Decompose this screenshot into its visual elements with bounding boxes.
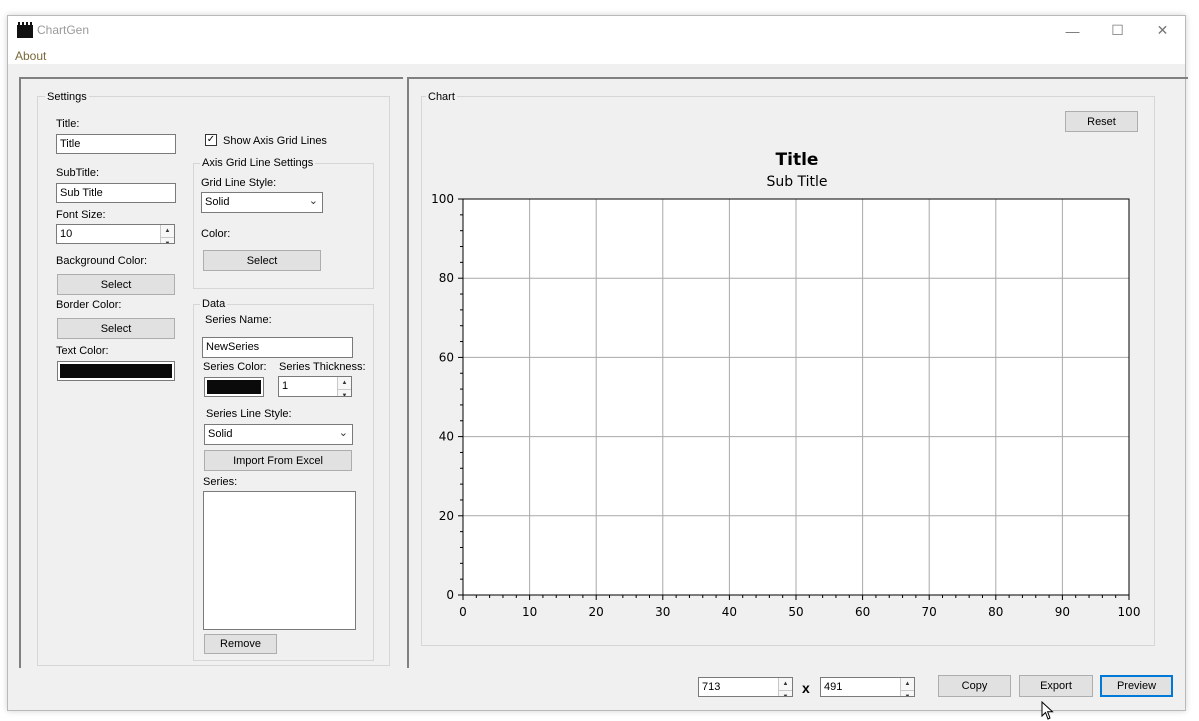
export-height-value: 491 — [824, 681, 843, 693]
y-tick-label: 80 — [439, 271, 454, 285]
spin-down-icon[interactable]: ▼ — [338, 389, 351, 396]
x-tick-label: 10 — [522, 605, 537, 619]
title-input[interactable]: Title — [56, 134, 176, 154]
menu-bar: About — [8, 45, 1185, 64]
text-color-label: Text Color: — [56, 345, 109, 357]
x-tick-label: 0 — [459, 605, 467, 619]
x-tick-label: 30 — [655, 605, 670, 619]
settings-group-label: Settings — [45, 91, 89, 103]
y-tick-label: 100 — [431, 192, 454, 206]
y-tick-label: 20 — [439, 509, 454, 523]
grid-style-select[interactable]: Solid ⌄ — [201, 192, 323, 213]
grid-style-value: Solid — [205, 196, 230, 208]
remove-series-button[interactable]: Remove — [204, 634, 277, 654]
spin-up-icon[interactable]: ▲ — [338, 377, 351, 389]
mouse-cursor-icon — [1041, 701, 1054, 720]
series-line-style-value: Solid — [208, 428, 233, 440]
spin-down-icon[interactable]: ▼ — [161, 237, 174, 243]
export-width-value: 713 — [702, 681, 721, 693]
font-size-value: 10 — [60, 228, 73, 240]
copy-button[interactable]: Copy — [938, 675, 1011, 697]
border-color-select-button[interactable]: Select — [57, 318, 175, 339]
x-tick-label: 40 — [722, 605, 737, 619]
close-button[interactable]: ✕ — [1140, 16, 1185, 45]
font-size-stepper[interactable]: 10 ▲ ▼ — [56, 224, 175, 244]
reset-button[interactable]: Reset — [1065, 111, 1138, 132]
chart-canvas: Title Sub Title 0 10 20 30 40 50 60 70 80 90 100 0 2… — [431, 150, 1140, 619]
window-title: ChartGen — [37, 23, 90, 37]
x-tick-label: 90 — [1055, 605, 1070, 619]
series-thickness-spin[interactable]: ▲ ▼ — [337, 377, 351, 396]
series-name-label: Series Name: — [205, 314, 272, 326]
subtitle-input[interactable]: Sub Title — [56, 183, 176, 203]
chart-group-label: Chart — [426, 91, 457, 103]
export-button[interactable]: Export — [1019, 675, 1093, 697]
grid-style-label: Grid Line Style: — [201, 177, 277, 189]
spin-up-icon[interactable]: ▲ — [779, 678, 792, 690]
x-tick-label: 50 — [788, 605, 803, 619]
series-thickness-label: Series Thickness: — [279, 361, 366, 373]
title-bar: ChartGen — ☐ ✕ — [8, 16, 1185, 45]
font-size-spin[interactable]: ▲ ▼ — [160, 225, 174, 243]
grid-settings-label: Axis Grid Line Settings — [200, 157, 316, 169]
series-color-label: Series Color: — [203, 361, 267, 373]
x-tick-label: 100 — [1118, 605, 1141, 619]
x-tick-label: 20 — [589, 605, 604, 619]
menu-item-about[interactable]: About — [15, 49, 46, 63]
preview-button[interactable]: Preview — [1100, 675, 1173, 697]
spin-up-icon[interactable]: ▲ — [901, 678, 914, 690]
x-tick-label: 70 — [922, 605, 937, 619]
y-tick-label: 40 — [439, 430, 454, 444]
series-name-input[interactable]: NewSeries — [202, 337, 353, 358]
chevron-down-icon: ⌄ — [308, 195, 318, 207]
chart-subtitle: Sub Title — [766, 174, 827, 190]
bg-color-label: Background Color: — [56, 255, 148, 267]
spin-down-icon[interactable]: ▼ — [779, 690, 792, 696]
data-group-label: Data — [200, 298, 228, 310]
spin-up-icon[interactable]: ▲ — [161, 225, 174, 237]
series-listbox[interactable] — [203, 491, 356, 630]
series-line-style-label: Series Line Style: — [206, 408, 292, 420]
grid-color-select-button[interactable]: Select — [203, 250, 321, 271]
plot-area: 0 10 20 30 40 50 60 70 80 90 100 0 20 40 60 80 100 — [431, 192, 1140, 619]
app-icon — [17, 22, 33, 38]
spin-down-icon[interactable]: ▼ — [901, 690, 914, 696]
series-thickness-stepper[interactable]: 1 ▲ ▼ — [278, 376, 352, 397]
series-thickness-value: 1 — [282, 380, 289, 392]
series-line-style-select[interactable]: Solid ⌄ — [204, 424, 353, 445]
show-grid-label: Show Axis Grid Lines — [223, 135, 327, 147]
minimize-button[interactable]: — — [1050, 16, 1095, 45]
title-label: Title: — [56, 118, 80, 130]
y-tick-label: 0 — [446, 588, 454, 602]
dimension-separator: x — [802, 680, 810, 696]
settings-panel: Settings Title: Title SubTitle: Sub Titl… — [19, 77, 403, 668]
export-height-spin[interactable]: ▲ ▼ — [900, 678, 914, 696]
text-color-swatch[interactable] — [57, 361, 175, 381]
show-grid-checkbox[interactable]: ✓ — [205, 134, 217, 146]
y-tick-label: 60 — [439, 350, 454, 364]
x-tick-label: 80 — [988, 605, 1003, 619]
font-size-label: Font Size: — [56, 209, 106, 221]
import-excel-button[interactable]: Import From Excel — [204, 450, 352, 471]
subtitle-label: SubTitle: — [56, 167, 100, 179]
maximize-button[interactable]: ☐ — [1095, 16, 1140, 45]
grid-color-label: Color: — [201, 228, 231, 240]
bg-color-select-button[interactable]: Select — [57, 274, 175, 295]
chevron-down-icon: ⌄ — [338, 427, 348, 439]
series-color-swatch[interactable] — [204, 377, 264, 397]
export-width-spin[interactable]: ▲ ▼ — [778, 678, 792, 696]
chart-title: Title — [776, 150, 819, 170]
border-color-label: Border Color: — [56, 299, 122, 311]
chart-panel: Chart Reset Title Sub Title 0 10 20 30 40 50 6… — [407, 77, 1188, 668]
export-width-stepper[interactable]: 713 ▲ ▼ — [698, 677, 793, 697]
export-height-stepper[interactable]: 491 ▲ ▼ — [820, 677, 915, 697]
x-tick-label: 60 — [855, 605, 870, 619]
app-window: ChartGen — ☐ ✕ About Settings Title: Tit… — [7, 15, 1188, 711]
series-list-label: Series: — [203, 476, 238, 488]
